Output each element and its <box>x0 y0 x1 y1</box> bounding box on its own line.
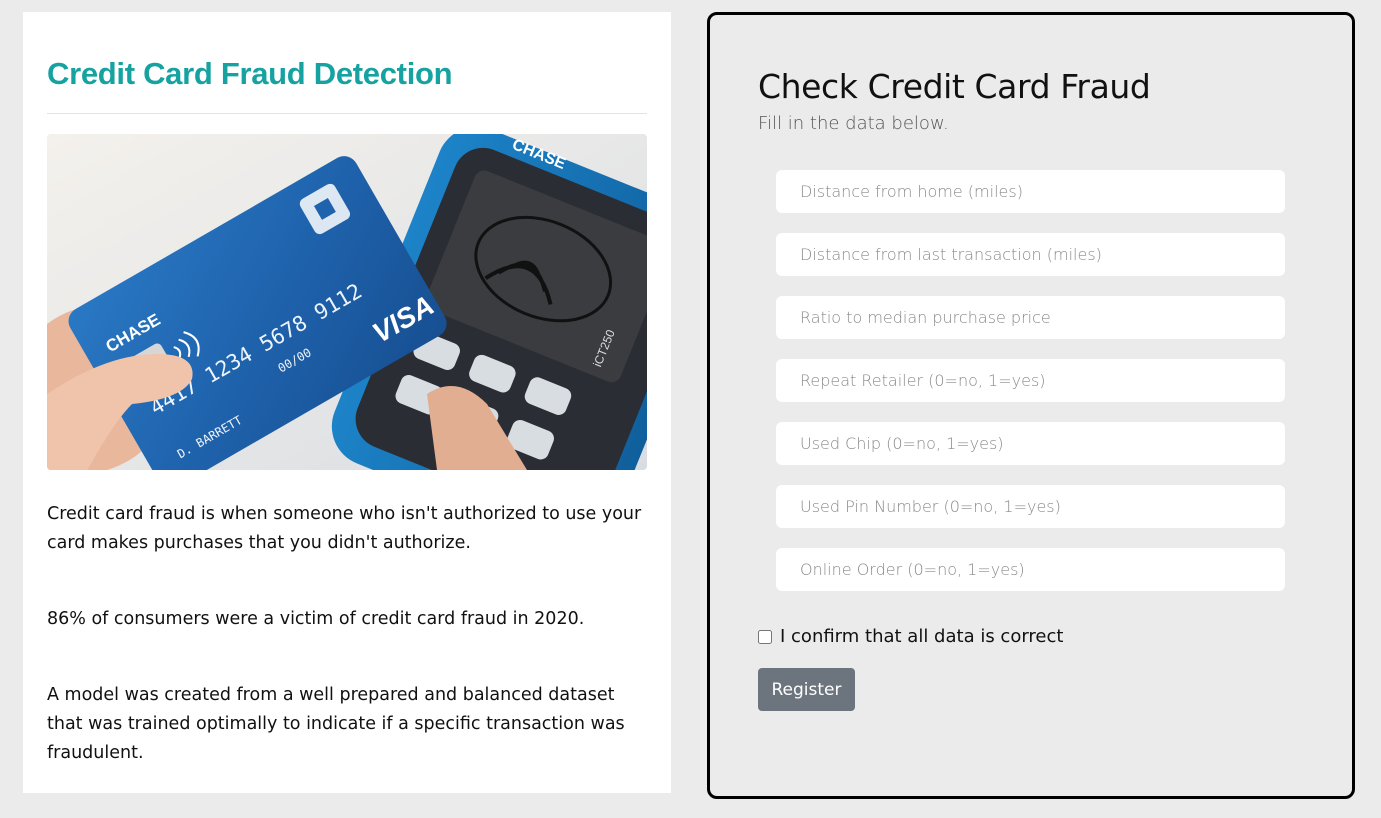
fraud-definition-text: Credit card fraud is when someone who is… <box>47 504 642 553</box>
form-title: Check Credit Card Fraud <box>758 67 1151 106</box>
register-button[interactable]: Register <box>758 668 855 711</box>
used-chip-input[interactable] <box>776 422 1285 465</box>
model-description-text: A model was created from a well prepared… <box>47 685 625 763</box>
fraud-statistic-text: 86% of consumers were a victim of credit… <box>47 609 585 629</box>
distance-from-home-input[interactable] <box>776 170 1285 213</box>
confirm-checkbox[interactable] <box>758 629 772 644</box>
page-title: Credit Card Fraud Detection <box>47 56 453 91</box>
repeat-retailer-input[interactable] <box>776 359 1285 402</box>
ratio-to-median-price-input[interactable] <box>776 296 1285 339</box>
title-divider <box>47 113 647 114</box>
confirm-row[interactable]: I confirm that all data is correct <box>758 626 1063 647</box>
form-subtitle: Fill in the data below. <box>758 113 949 134</box>
confirm-label: I confirm that all data is correct <box>780 626 1064 647</box>
online-order-input[interactable] <box>776 548 1285 591</box>
distance-from-last-transaction-input[interactable] <box>776 233 1285 276</box>
credit-card-image: CHASE iCT250 CHASE 4417 1234 5678 9112 0… <box>47 134 647 470</box>
fraud-check-form: Check Credit Card Fraud Fill in the data… <box>707 12 1355 799</box>
info-panel: Credit Card Fraud Detection CHASE iCT250… <box>23 12 671 793</box>
used-pin-number-input[interactable] <box>776 485 1285 528</box>
